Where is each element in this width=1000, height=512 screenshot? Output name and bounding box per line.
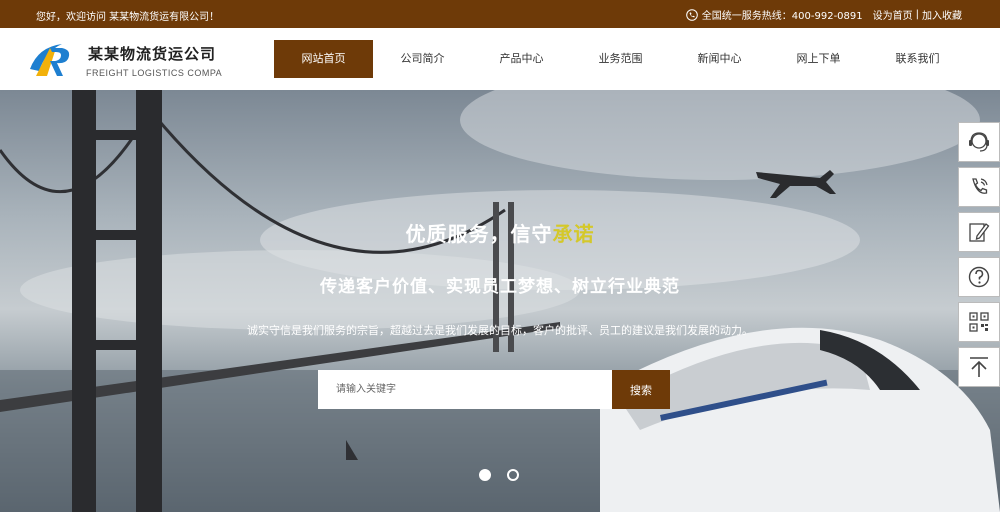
- company-english-name: FREIGHT LOGISTICS COMPA: [86, 68, 223, 78]
- qrcode-icon: [969, 312, 989, 332]
- nav-item-services[interactable]: 业务范围: [571, 40, 670, 78]
- site-header: 某某物流货运公司 FREIGHT LOGISTICS COMPA 网站首页 公司…: [0, 28, 1000, 90]
- customer-service-button[interactable]: [958, 122, 1000, 162]
- phone-button[interactable]: [958, 167, 1000, 207]
- customer-service-icon: [969, 132, 989, 152]
- nav-item-order[interactable]: 网上下单: [769, 40, 868, 78]
- top-bar-right: 全国统一服务热线：400-992-0891 设为首页 | 加入收藏: [685, 7, 962, 22]
- qrcode-button[interactable]: [958, 302, 1000, 342]
- link-separator: |: [915, 9, 919, 20]
- main-nav: 网站首页 公司简介 产品中心 业务范围 新闻中心 网上下单 联系我们: [274, 40, 967, 78]
- search-button[interactable]: 搜索: [612, 370, 670, 409]
- hero-slogan: 优质服务，信守承诺: [0, 218, 1000, 247]
- message-button[interactable]: [958, 212, 1000, 252]
- hotline-text: 全国统一服务热线：400-992-0891: [701, 11, 863, 22]
- slider-dot-2[interactable]: [507, 469, 519, 481]
- hero-description: 诚实守信是我们服务的宗旨，超越过去是我们发展的目标，客户的批评、员工的建议是我们…: [247, 324, 753, 337]
- phone-icon: [685, 8, 698, 21]
- hero-background-image: [0, 90, 1000, 512]
- help-icon: [968, 266, 990, 288]
- nav-item-home[interactable]: 网站首页: [274, 40, 373, 78]
- top-bar: 您好，欢迎访问 某某物流货运有限公司！ 全国统一服务热线：400-992-089…: [0, 0, 1000, 28]
- back-to-top-button[interactable]: [958, 347, 1000, 387]
- search-bar: 搜索: [318, 370, 670, 409]
- nav-item-products[interactable]: 产品中心: [472, 40, 571, 78]
- search-input[interactable]: [318, 370, 612, 409]
- hero-tagline: 传递客户价值、实现员工梦想、树立行业典范: [320, 277, 680, 297]
- phone-icon: [972, 178, 988, 194]
- edit-icon: [969, 223, 990, 242]
- slider-dot-1[interactable]: [479, 469, 491, 481]
- back-to-top-icon: [970, 357, 988, 377]
- slider-pagination: [479, 469, 519, 481]
- company-name: 某某物流货运公司: [88, 45, 217, 63]
- slogan-main: 优质服务，信守: [405, 222, 553, 246]
- slogan-highlight: 承诺: [552, 222, 595, 246]
- hero-banner: 优质服务，信守承诺 传递客户价值、实现员工梦想、树立行业典范 诚实守信是我们服务…: [0, 90, 1000, 512]
- set-home-link[interactable]: 设为首页: [873, 7, 913, 22]
- side-toolbar: [958, 122, 1000, 392]
- welcome-text: 您好，欢迎访问 某某物流货运有限公司！: [36, 12, 220, 23]
- nav-item-news[interactable]: 新闻中心: [670, 40, 769, 78]
- logo-icon[interactable]: [28, 39, 76, 81]
- add-favorite-link[interactable]: 加入收藏: [922, 7, 962, 22]
- help-button[interactable]: [958, 257, 1000, 297]
- nav-item-contact[interactable]: 联系我们: [868, 40, 967, 78]
- nav-item-about[interactable]: 公司简介: [373, 40, 472, 78]
